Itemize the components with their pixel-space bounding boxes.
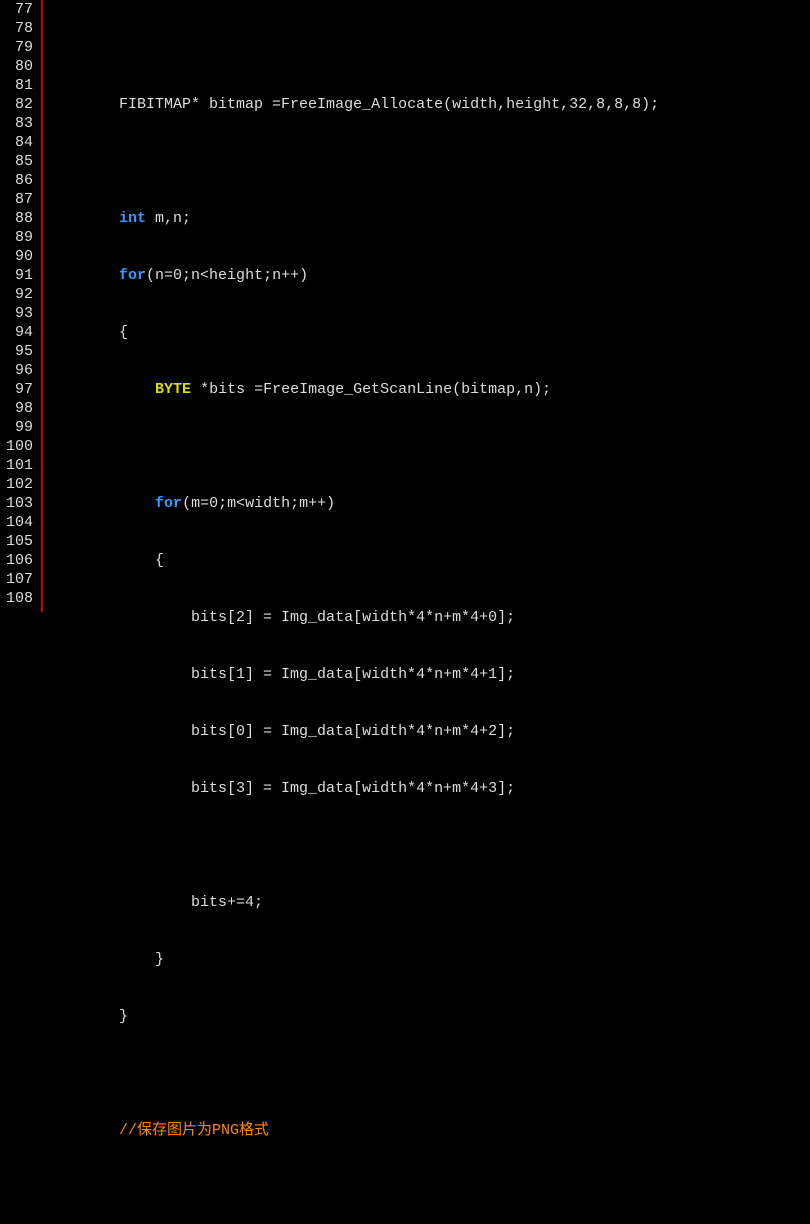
line-number: 103	[6, 494, 33, 513]
line-number: 98	[6, 399, 33, 418]
code-text	[47, 495, 155, 512]
code-text: bits[1] = Img_data[width*4*n+m*4+1];	[47, 666, 515, 683]
line-number: 99	[6, 418, 33, 437]
line-number: 85	[6, 152, 33, 171]
code-text: }	[47, 951, 164, 968]
line-number: 105	[6, 532, 33, 551]
code-editor: 7778798081828384858687888990919293949596…	[0, 0, 810, 612]
code-line: bits[3] = Img_data[width*4*n+m*4+3];	[47, 779, 810, 798]
code-text	[47, 267, 119, 284]
line-number: 78	[6, 19, 33, 38]
code-line: int m,n;	[47, 209, 810, 228]
line-number: 77	[6, 0, 33, 19]
code-text: bits[0] = Img_data[width*4*n+m*4+2];	[47, 723, 515, 740]
line-number: 82	[6, 95, 33, 114]
code-line: {	[47, 551, 810, 570]
code-line	[47, 152, 810, 171]
code-line	[47, 1064, 810, 1083]
code-line: {	[47, 323, 810, 342]
line-number: 93	[6, 304, 33, 323]
line-number: 104	[6, 513, 33, 532]
line-number: 81	[6, 76, 33, 95]
code-line: }	[47, 950, 810, 969]
code-text: FIBITMAP* bitmap =FreeImage_Allocate(wid…	[47, 96, 659, 113]
line-number: 89	[6, 228, 33, 247]
line-number: 88	[6, 209, 33, 228]
code-line: for(n=0;n<height;n++)	[47, 266, 810, 285]
code-text: }	[47, 1008, 128, 1025]
code-text: (n=0;n<height;n++)	[146, 267, 308, 284]
line-number: 79	[6, 38, 33, 57]
keyword-for: for	[155, 495, 182, 512]
line-number: 100	[6, 437, 33, 456]
code-text: m,n;	[146, 210, 191, 227]
line-number: 108	[6, 589, 33, 608]
line-number: 95	[6, 342, 33, 361]
code-text: (m=0;m<width;m++)	[182, 495, 335, 512]
code-text: bits[3] = Img_data[width*4*n+m*4+3];	[47, 780, 515, 797]
keyword-for: for	[119, 267, 146, 284]
line-number: 107	[6, 570, 33, 589]
code-line	[47, 38, 810, 57]
line-number: 94	[6, 323, 33, 342]
type-byte: BYTE	[155, 381, 191, 398]
code-line: BYTE *bits =FreeImage_GetScanLine(bitmap…	[47, 380, 810, 399]
keyword-int: int	[119, 210, 146, 227]
code-line: FIBITMAP* bitmap =FreeImage_Allocate(wid…	[47, 95, 810, 114]
code-line: //保存图片为PNG格式	[47, 1121, 810, 1140]
code-line	[47, 1178, 810, 1197]
code-line: }	[47, 1007, 810, 1026]
line-number: 90	[6, 247, 33, 266]
line-number: 83	[6, 114, 33, 133]
code-text	[47, 381, 155, 398]
code-area[interactable]: FIBITMAP* bitmap =FreeImage_Allocate(wid…	[43, 0, 810, 612]
line-number: 87	[6, 190, 33, 209]
code-line: bits[2] = Img_data[width*4*n+m*4+0];	[47, 608, 810, 627]
line-number: 84	[6, 133, 33, 152]
code-text: {	[47, 552, 164, 569]
code-line	[47, 836, 810, 855]
line-number: 101	[6, 456, 33, 475]
code-text	[47, 1122, 119, 1139]
code-text: {	[47, 324, 128, 341]
line-number: 96	[6, 361, 33, 380]
code-text: bits+=4;	[47, 894, 263, 911]
line-number: 102	[6, 475, 33, 494]
code-text	[47, 210, 119, 227]
line-number-gutter: 7778798081828384858687888990919293949596…	[0, 0, 43, 612]
code-line: bits[0] = Img_data[width*4*n+m*4+2];	[47, 722, 810, 741]
code-line: bits[1] = Img_data[width*4*n+m*4+1];	[47, 665, 810, 684]
code-line	[47, 437, 810, 456]
line-number: 86	[6, 171, 33, 190]
line-number: 80	[6, 57, 33, 76]
line-number: 106	[6, 551, 33, 570]
comment: //保存图片为PNG格式	[119, 1122, 269, 1139]
code-line: for(m=0;m<width;m++)	[47, 494, 810, 513]
line-number: 91	[6, 266, 33, 285]
line-number: 92	[6, 285, 33, 304]
line-number: 97	[6, 380, 33, 399]
code-text: *bits =FreeImage_GetScanLine(bitmap,n);	[191, 381, 551, 398]
code-line: bits+=4;	[47, 893, 810, 912]
